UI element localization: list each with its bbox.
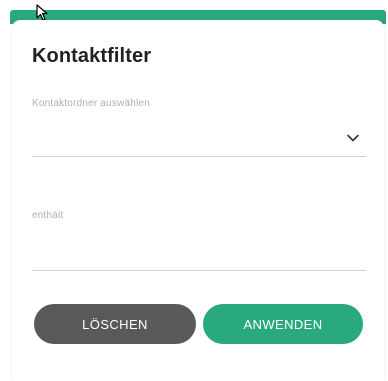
contains-field-label: enthält: [32, 210, 64, 221]
folder-select-label: Kontaktordner auswählen: [32, 98, 151, 109]
apply-button[interactable]: ANWENDEN: [203, 304, 363, 344]
clear-button[interactable]: LÖSCHEN: [34, 304, 196, 344]
dialog-title: Kontaktfilter: [32, 45, 152, 67]
chevron-down-icon[interactable]: [346, 131, 360, 145]
folder-select[interactable]: [32, 122, 366, 157]
contains-input[interactable]: [32, 228, 366, 271]
